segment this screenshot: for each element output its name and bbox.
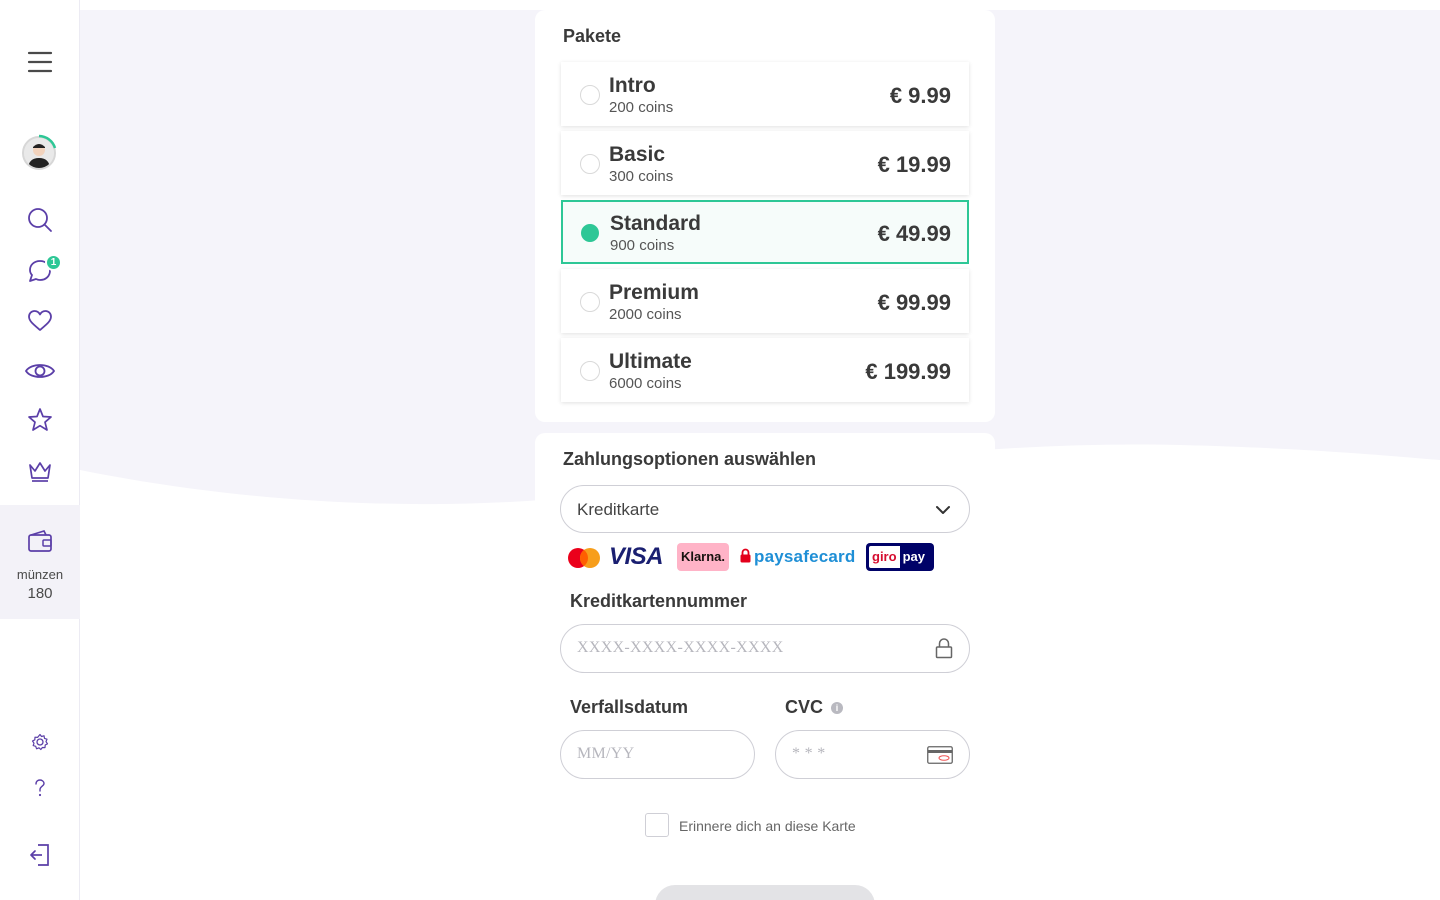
- klarna-logo: Klarna.: [677, 543, 729, 571]
- radio-button[interactable]: [580, 154, 600, 174]
- profile-progress-ring: [38, 134, 57, 149]
- credit-card-icon: [927, 746, 953, 764]
- package-coins: 2000 coins: [609, 306, 682, 323]
- cvc-placeholder: * * *: [792, 745, 826, 762]
- remember-card-label: Erinnere dich an diese Karte: [679, 818, 856, 834]
- chat-badge: 1: [45, 254, 62, 271]
- package-price: € 199.99: [865, 359, 951, 384]
- package-coins: 200 coins: [609, 99, 674, 116]
- package-price: € 99.99: [877, 290, 951, 315]
- payment-method-select[interactable]: Kreditkarte: [560, 485, 970, 533]
- logout-icon[interactable]: [0, 842, 80, 868]
- card-number-input[interactable]: XXXX-XXXX-XXXX-XXXX: [560, 624, 970, 673]
- payment-method-value: Kreditkarte: [577, 500, 660, 519]
- package-option-basic[interactable]: Basic 300 coins € 19.99: [561, 131, 969, 195]
- submit-payment-button[interactable]: [655, 885, 875, 900]
- package-option-premium[interactable]: Premium 2000 coins € 99.99: [561, 269, 969, 333]
- package-option-ultimate[interactable]: Ultimate 6000 coins € 199.99: [561, 338, 969, 402]
- help-question-icon[interactable]: [0, 778, 80, 798]
- radio-button[interactable]: [580, 292, 600, 312]
- wallet-balance: 180: [27, 585, 53, 602]
- eye-icon[interactable]: [0, 358, 80, 384]
- lock-icon: [935, 638, 953, 659]
- cvc-input[interactable]: * * *: [775, 730, 970, 779]
- visa-logo: VISA: [609, 543, 664, 570]
- hamburger-menu-icon[interactable]: [0, 50, 80, 74]
- package-name: Basic: [609, 143, 666, 166]
- wallet-icon: [0, 527, 80, 555]
- chat-icon[interactable]: 1: [0, 254, 80, 284]
- mastercard-logo: [568, 548, 600, 568]
- package-price: € 49.99: [877, 221, 951, 246]
- package-name: Ultimate: [609, 350, 692, 373]
- package-name: Premium: [609, 281, 699, 304]
- package-price: € 19.99: [877, 152, 951, 177]
- remember-card-checkbox[interactable]: [645, 813, 669, 837]
- star-icon[interactable]: [0, 407, 80, 433]
- packages-card: Pakete Intro 200 coins € 9.99 Basic 300 …: [535, 10, 995, 422]
- package-name: Standard: [610, 212, 702, 235]
- search-icon[interactable]: [0, 207, 80, 233]
- paysafecard-logo: paysafecard: [754, 547, 856, 566]
- cvc-label-group: CVC i: [785, 697, 844, 718]
- paysafecard-lock-icon: [740, 548, 751, 563]
- crown-icon[interactable]: [0, 458, 80, 484]
- radio-button[interactable]: [580, 361, 600, 381]
- package-option-intro[interactable]: Intro 200 coins € 9.99: [561, 62, 969, 126]
- wallet-label: münzen: [16, 567, 64, 582]
- package-coins: 300 coins: [609, 168, 674, 185]
- payment-title: Zahlungsoptionen auswählen: [563, 449, 817, 469]
- info-icon[interactable]: i: [831, 702, 844, 715]
- card-number-label: Kreditkartennummer: [570, 591, 748, 611]
- radio-button-selected[interactable]: [581, 224, 599, 242]
- giropay-logo: giro pay: [866, 543, 934, 571]
- package-name: Intro: [609, 74, 656, 97]
- chevron-down-icon: [936, 506, 950, 514]
- expiry-placeholder: MM/YY: [577, 745, 635, 762]
- radio-button[interactable]: [580, 85, 600, 105]
- gear-icon[interactable]: [0, 733, 80, 751]
- package-option-standard[interactable]: Standard 900 coins € 49.99: [561, 200, 969, 264]
- cvc-label: CVC: [785, 697, 824, 717]
- heart-icon[interactable]: [0, 308, 80, 334]
- payment-card: Zahlungsoptionen auswählen Kreditkarte V…: [535, 433, 995, 900]
- package-price: € 9.99: [889, 83, 951, 108]
- giropay-pay-text: pay: [902, 549, 925, 564]
- card-number-placeholder: XXXX-XXXX-XXXX-XXXX: [577, 639, 784, 656]
- wallet-coins-panel[interactable]: münzen 180: [0, 505, 80, 619]
- package-coins: 6000 coins: [609, 375, 682, 392]
- expiry-input[interactable]: MM/YY: [560, 730, 755, 779]
- payment-logos: VISA Klarna. paysafecard giro pay: [567, 543, 947, 573]
- giropay-giro-text: giro: [869, 546, 900, 568]
- sidebar: 1 münzen 180: [0, 0, 80, 900]
- expiry-label: Verfallsdatum: [570, 697, 689, 717]
- package-coins: 900 coins: [610, 237, 675, 254]
- packages-title: Pakete: [563, 26, 622, 46]
